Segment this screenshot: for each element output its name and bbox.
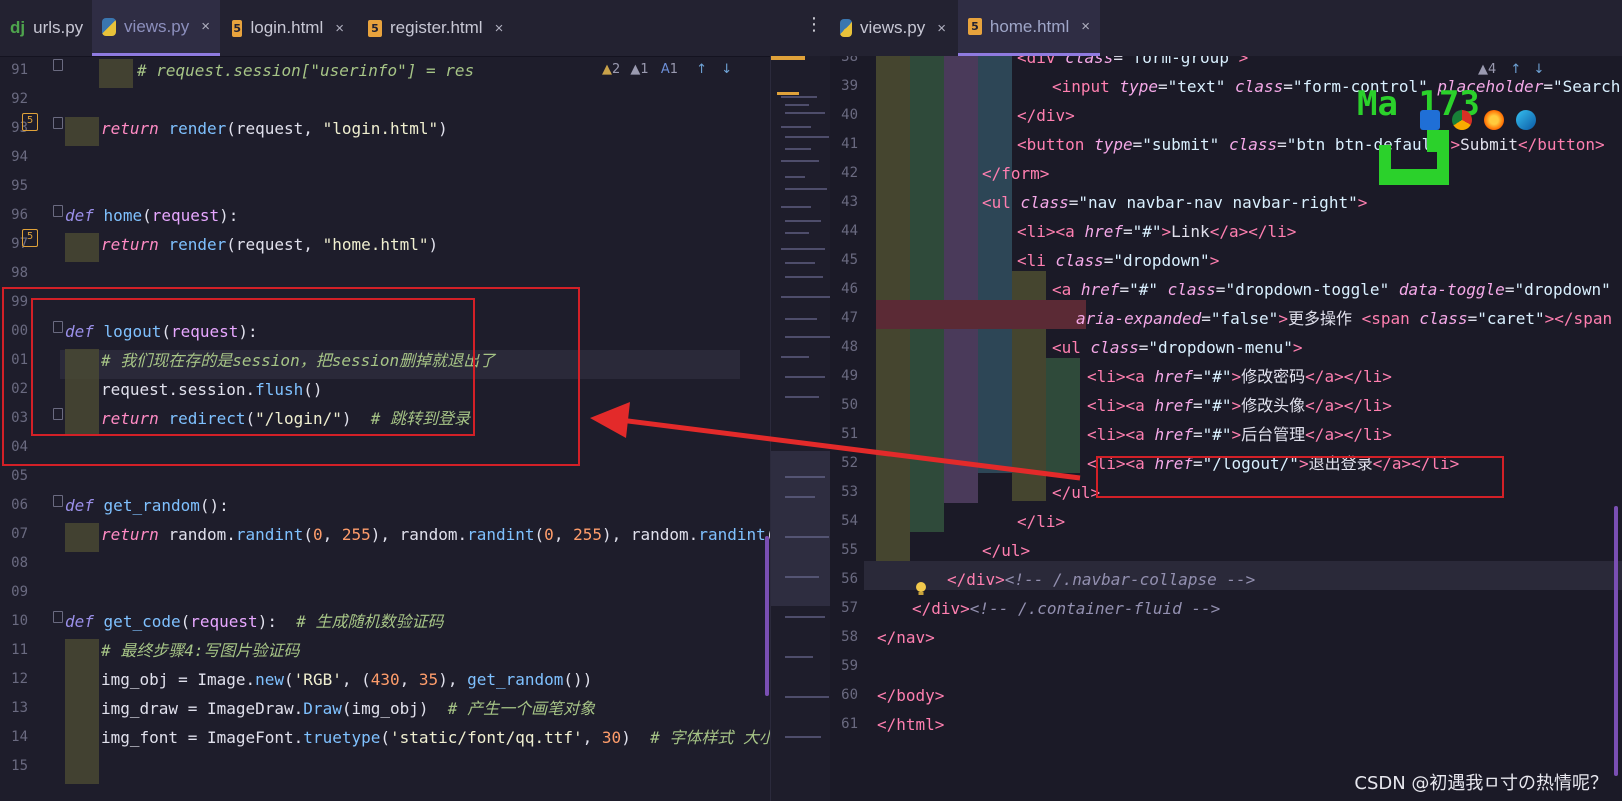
annotation-arrow (590, 402, 1081, 481)
csdn-watermark: CSDN @初遇我ㅁ寸の热情呢？ (1354, 773, 1608, 794)
